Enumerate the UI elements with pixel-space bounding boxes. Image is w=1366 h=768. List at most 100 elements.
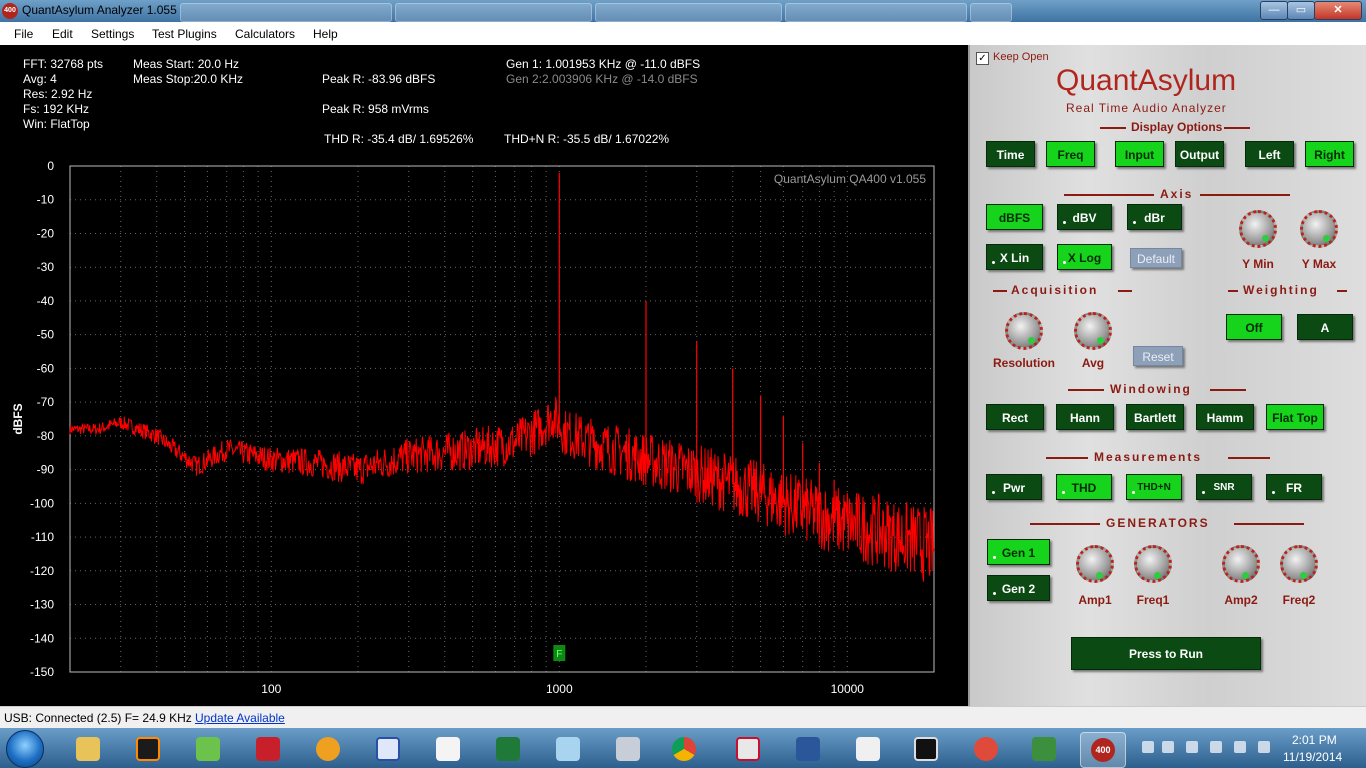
background-tab[interactable]: [785, 3, 967, 22]
update-available-link[interactable]: Update Available: [195, 711, 285, 725]
tray-bluetooth-icon[interactable]: [1162, 741, 1174, 753]
circuit-app-icon[interactable]: [186, 732, 230, 766]
background-tab[interactable]: [180, 3, 392, 22]
tray-flag-icon[interactable]: [1186, 741, 1198, 753]
y-tick-label: -80: [37, 429, 55, 443]
pwr-button[interactable]: Pwr: [986, 474, 1042, 500]
x-tick-label: 100: [261, 682, 281, 696]
inkscape-icon[interactable]: [426, 732, 470, 766]
weighting-a-button[interactable]: A: [1297, 314, 1353, 340]
weighting-off-button[interactable]: Off: [1226, 314, 1282, 340]
menu-file[interactable]: File: [14, 27, 33, 41]
y-min-knob[interactable]: [1239, 210, 1277, 248]
excel-icon[interactable]: [486, 732, 530, 766]
default-button[interactable]: Default: [1130, 248, 1182, 268]
chrome-icon[interactable]: [662, 732, 706, 766]
menu-settings[interactable]: Settings: [91, 27, 134, 41]
freq2-knob[interactable]: [1280, 545, 1318, 583]
calculator-icon[interactable]: [606, 732, 650, 766]
word-icon[interactable]: [786, 732, 830, 766]
notepad-icon[interactable]: [546, 732, 590, 766]
monitor-app-icon[interactable]: [1022, 732, 1066, 766]
frequency-marker-label: F: [556, 649, 562, 660]
keep-open-checkbox[interactable]: ✓: [976, 52, 989, 65]
background-tab[interactable]: [970, 3, 1012, 22]
quantasylum-taskbar-icon[interactable]: 400: [1080, 732, 1126, 768]
window-rect-button[interactable]: Rect: [986, 404, 1044, 430]
layout-app-icon[interactable]: [366, 732, 410, 766]
window-hann-button[interactable]: Hann: [1056, 404, 1114, 430]
menu-help[interactable]: Help: [313, 27, 338, 41]
y-max-knob[interactable]: [1300, 210, 1338, 248]
dbfs-button[interactable]: dBFS: [986, 204, 1043, 230]
window-flattop-button[interactable]: Flat Top: [1266, 404, 1324, 430]
chip-app-icon[interactable]: [904, 732, 948, 766]
maximize-button[interactable]: ▭: [1287, 1, 1315, 20]
reset-button[interactable]: Reset: [1133, 346, 1183, 366]
clock-date[interactable]: 11/19/2014: [1283, 750, 1342, 764]
output-button[interactable]: Output: [1175, 141, 1224, 167]
divider: [1030, 523, 1100, 525]
snr-button[interactable]: SNR: [1196, 474, 1252, 500]
thdn-button[interactable]: THD+N: [1126, 474, 1182, 500]
start-button[interactable]: [6, 730, 44, 768]
window-bartlett-button[interactable]: Bartlett: [1126, 404, 1184, 430]
amp1-knob[interactable]: [1076, 545, 1114, 583]
tray-expand-icon[interactable]: [1142, 741, 1154, 753]
avg-knob[interactable]: [1074, 312, 1112, 350]
divider: [1228, 457, 1270, 459]
app-icon[interactable]: 400: [2, 3, 18, 19]
menu-test-plugins[interactable]: Test Plugins: [152, 27, 217, 41]
resolution-knob[interactable]: [1005, 312, 1043, 350]
dbr-button[interactable]: dBr: [1127, 204, 1182, 230]
x-log-button[interactable]: X Log: [1057, 244, 1112, 270]
plot-border: [69, 165, 935, 673]
time-button[interactable]: Time: [986, 141, 1035, 167]
usb-status: USB: Connected (2.5) F= 24.9 KHz: [4, 711, 192, 725]
freq-button[interactable]: Freq: [1046, 141, 1095, 167]
divider: [1068, 389, 1104, 391]
tray-battery-icon[interactable]: [1210, 741, 1222, 753]
right-channel-button[interactable]: Right: [1305, 141, 1354, 167]
amp2-knob[interactable]: [1222, 545, 1260, 583]
close-button[interactable]: ✕: [1314, 1, 1362, 20]
dbv-button[interactable]: dBV: [1057, 204, 1112, 230]
ltspice-icon[interactable]: [246, 732, 290, 766]
gen2-button[interactable]: Gen 2: [987, 575, 1050, 601]
freq1-knob[interactable]: [1134, 545, 1172, 583]
clock-time[interactable]: 2:01 PM: [1292, 733, 1337, 747]
x-lin-button[interactable]: X Lin: [986, 244, 1043, 270]
spectrum-chart[interactable]: 0 -10 -20 -30 -40 -50 -60 -70 -80 -90 -100 -110 -120…: [0, 45, 968, 706]
menu-edit[interactable]: Edit: [52, 27, 73, 41]
fr-button[interactable]: FR: [1266, 474, 1322, 500]
tray-network-icon[interactable]: [1234, 741, 1246, 753]
y-tick-label: -120: [30, 564, 54, 578]
press-to-run-button[interactable]: Press to Run: [1071, 637, 1261, 670]
gen1-button[interactable]: Gen 1: [987, 539, 1050, 565]
tray-volume-icon[interactable]: [1258, 741, 1270, 753]
resolution-label: Resolution: [993, 356, 1055, 370]
keep-open-label: Keep Open: [993, 51, 1049, 63]
background-tab[interactable]: [395, 3, 592, 22]
meter-app-icon[interactable]: [126, 732, 170, 766]
minimize-button[interactable]: —: [1260, 1, 1288, 20]
acrobat-icon[interactable]: [726, 732, 770, 766]
y-tick-label: -60: [37, 361, 55, 375]
explorer-icon[interactable]: [66, 732, 110, 766]
menu-calculators[interactable]: Calculators: [235, 27, 295, 41]
divider: [1337, 290, 1347, 292]
series-noise-floor: [69, 396, 935, 582]
audacity-icon[interactable]: [306, 732, 350, 766]
y-tick-label: -140: [30, 631, 54, 645]
thd-button[interactable]: THD: [1056, 474, 1112, 500]
y-min-label: Y Min: [1242, 257, 1274, 271]
background-tab[interactable]: [595, 3, 782, 22]
window-hamm-button[interactable]: Hamm: [1196, 404, 1254, 430]
y-tick-label: -10: [37, 193, 55, 207]
y-tick-label: -50: [37, 328, 55, 342]
paint-app-icon[interactable]: [964, 732, 1008, 766]
section-measurements: Measurements: [1094, 450, 1203, 464]
fox-app-icon[interactable]: [846, 732, 890, 766]
left-channel-button[interactable]: Left: [1245, 141, 1294, 167]
input-button[interactable]: Input: [1115, 141, 1164, 167]
